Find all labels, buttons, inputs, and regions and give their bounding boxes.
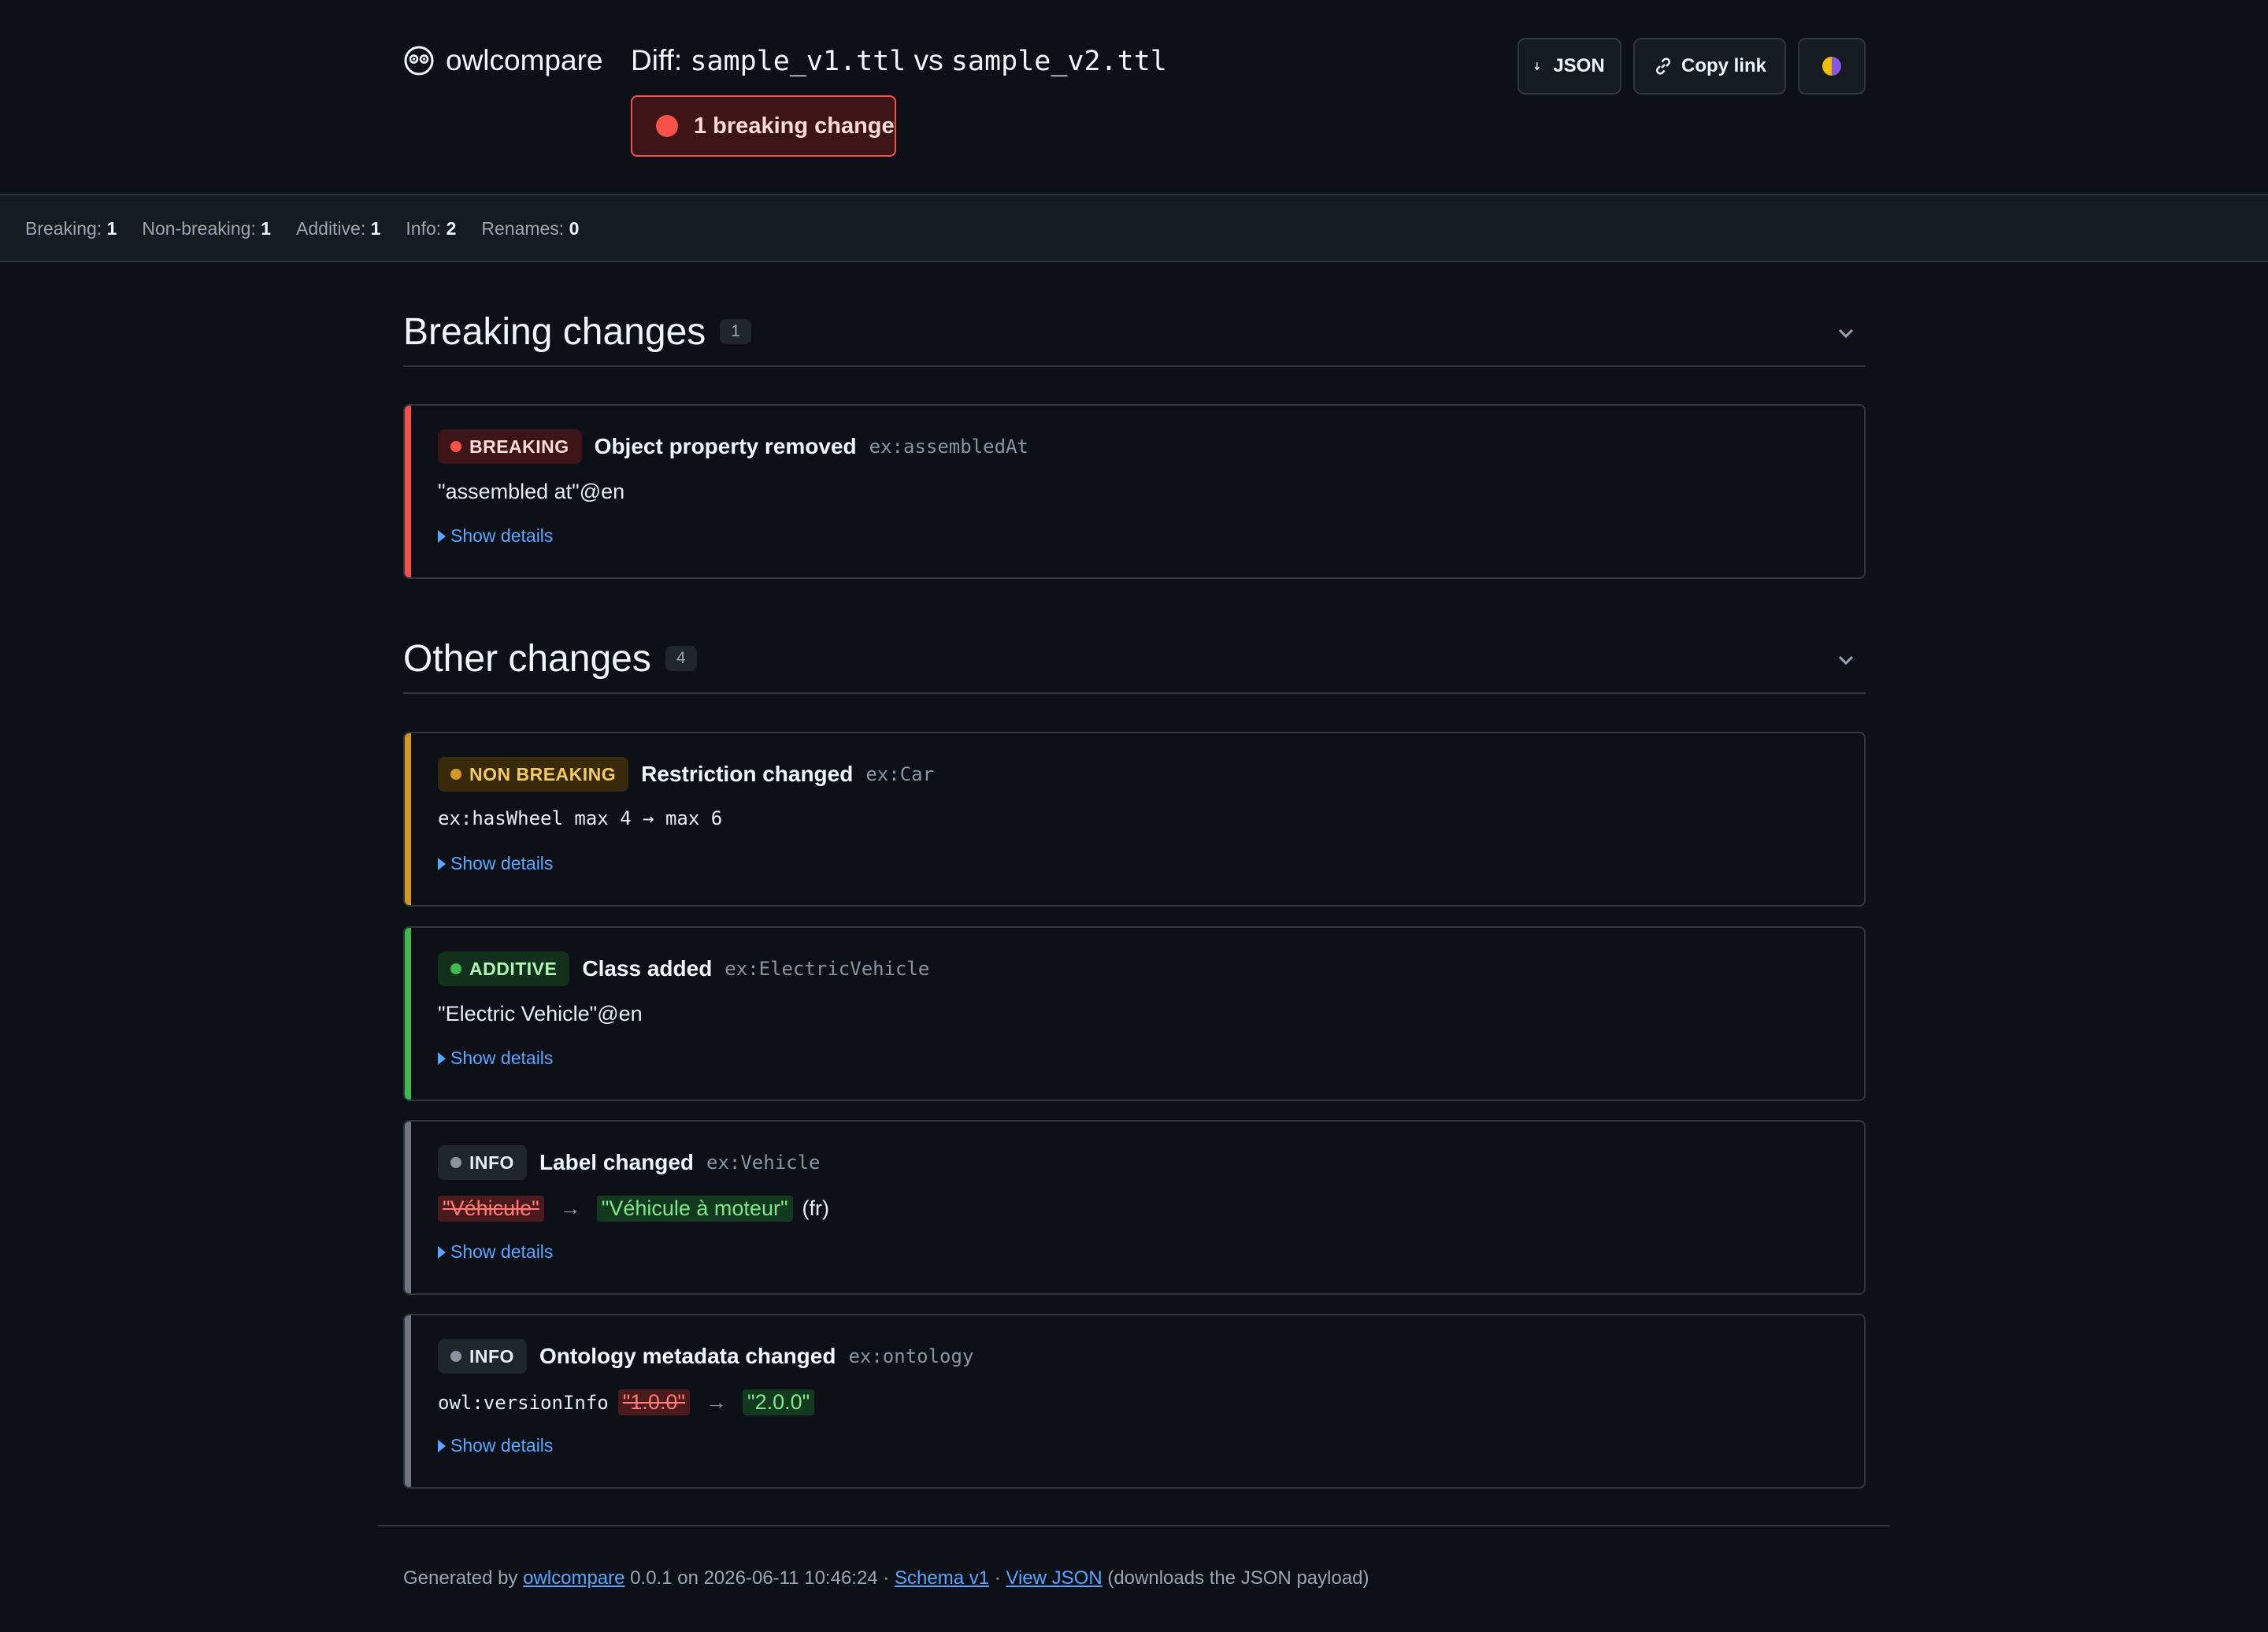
- chevron-down-icon[interactable]: [1836, 650, 1856, 670]
- json-button-label: JSON: [1553, 55, 1605, 76]
- change-title: Class added: [582, 956, 713, 981]
- triangle-right-icon: [438, 1439, 446, 1452]
- section-other-count: 4: [665, 646, 697, 671]
- change-detail: ex:hasWheel max 4 → max 6: [438, 807, 723, 829]
- severity-dot-icon: [450, 1351, 461, 1362]
- entity-id: ex:Car: [865, 763, 935, 785]
- page-header: owlcompare Diff: sample_v1.ttl vs sample…: [0, 0, 2268, 195]
- copy-link-button[interactable]: Copy link: [1633, 38, 1786, 95]
- show-details-toggle[interactable]: Show details: [438, 1241, 553, 1263]
- footer-divider: [378, 1525, 1890, 1526]
- triangle-right-icon: [438, 1245, 446, 1259]
- severity-dot-icon: [450, 1157, 461, 1168]
- page-title: Diff: sample_v1.ttl vs sample_v2.ttl: [631, 44, 1167, 77]
- download-json-button[interactable]: JSON: [1518, 38, 1621, 95]
- section-breaking-header[interactable]: Breaking changes 1: [403, 298, 1866, 367]
- view-json-link[interactable]: View JSON: [1006, 1567, 1102, 1589]
- stats-bar: Breaking: 1 Non-breaking: 1 Additive: 1 …: [0, 196, 2268, 262]
- severity-dot-icon: [450, 441, 461, 452]
- change-detail: "Electric Vehicle"@en: [438, 1002, 643, 1026]
- change-card: INFO Ontology metadata changed ex:ontolo…: [403, 1314, 1866, 1489]
- language-tag: (fr): [802, 1196, 830, 1220]
- theme-icon: [1822, 57, 1841, 76]
- stat-renames: Renames: 0: [481, 217, 580, 239]
- title-prefix: Diff:: [631, 44, 683, 76]
- old-value: "1.0.0": [617, 1389, 690, 1415]
- schema-link[interactable]: Schema v1: [895, 1567, 989, 1589]
- section-other-title: Other changes: [403, 637, 651, 680]
- severity-badge: ADDITIVE: [438, 951, 570, 986]
- file-a-name: sample_v1.ttl: [690, 46, 906, 77]
- theme-toggle-button[interactable]: [1798, 38, 1866, 95]
- owl-logo-icon: [404, 46, 434, 76]
- stat-additive: Additive: 1: [296, 217, 381, 239]
- link-icon: [1655, 57, 1670, 75]
- owlcompare-link[interactable]: owlcompare: [523, 1567, 624, 1589]
- chevron-down-icon[interactable]: [1836, 323, 1856, 343]
- property-name: owl:versionInfo: [438, 1391, 609, 1414]
- severity-bar: [405, 406, 411, 577]
- arrow-right-icon: →: [705, 1390, 727, 1414]
- page-footer: Generated by owlcompare 0.0.1 on 2026-06…: [403, 1567, 1369, 1589]
- breaking-dot-icon: [656, 115, 678, 137]
- stat-non-breaking: Non-breaking: 1: [142, 217, 272, 239]
- section-breaking-title: Breaking changes: [403, 310, 706, 353]
- change-detail: "Véhicule" → "Véhicule à moteur" (fr): [438, 1196, 829, 1222]
- show-details-toggle[interactable]: Show details: [438, 1435, 553, 1456]
- entity-id: ex:assembledAt: [869, 436, 1028, 458]
- arrow-right-icon: →: [559, 1196, 581, 1220]
- entity-id: ex:Vehicle: [706, 1152, 821, 1174]
- severity-badge: INFO: [438, 1339, 527, 1374]
- change-card: INFO Label changed ex:Vehicle "Véhicule"…: [403, 1120, 1866, 1295]
- download-arrow-icon: [1534, 62, 1540, 71]
- severity-badge: INFO: [438, 1145, 527, 1180]
- brand-name: owlcompare: [446, 44, 603, 76]
- brand[interactable]: owlcompare: [403, 44, 602, 77]
- entity-id: ex:ontology: [848, 1345, 974, 1367]
- change-detail: owl:versionInfo "1.0.0" → "2.0.0": [438, 1389, 815, 1415]
- severity-dot-icon: [450, 963, 461, 974]
- change-title: Restriction changed: [641, 762, 854, 786]
- change-title: Ontology metadata changed: [539, 1344, 836, 1368]
- change-card: ADDITIVE Class added ex:ElectricVehicle …: [403, 926, 1866, 1101]
- title-vs: vs: [914, 44, 943, 76]
- severity-bar: [405, 733, 411, 905]
- severity-dot-icon: [450, 769, 461, 780]
- severity-badge: NON BREAKING: [438, 757, 629, 792]
- change-card: BREAKING Object property removed ex:asse…: [403, 404, 1866, 579]
- file-b-name: sample_v2.ttl: [951, 46, 1167, 77]
- stat-breaking: Breaking: 1: [25, 217, 117, 239]
- triangle-right-icon: [438, 1052, 446, 1065]
- show-details-toggle[interactable]: Show details: [438, 525, 553, 547]
- breaking-summary-badge: 1 breaking change: [631, 95, 896, 157]
- breaking-summary-label: 1 breaking change: [694, 113, 895, 139]
- severity-bar: [405, 1315, 411, 1487]
- triangle-right-icon: [438, 857, 446, 870]
- change-detail: "assembled at"@en: [438, 480, 625, 503]
- triangle-right-icon: [438, 529, 446, 543]
- severity-badge: BREAKING: [438, 429, 582, 464]
- change-title: Label changed: [539, 1150, 694, 1174]
- severity-bar: [405, 928, 411, 1100]
- section-other-header[interactable]: Other changes 4: [403, 625, 1866, 694]
- show-details-toggle[interactable]: Show details: [438, 853, 553, 874]
- new-value: "2.0.0": [742, 1389, 815, 1415]
- copy-link-label: Copy link: [1681, 55, 1766, 76]
- change-title: Object property removed: [594, 434, 857, 458]
- change-card: NON BREAKING Restriction changed ex:Car …: [403, 732, 1866, 907]
- section-breaking-count: 1: [720, 319, 751, 344]
- severity-bar: [405, 1122, 411, 1293]
- old-value: "Véhicule": [438, 1196, 544, 1222]
- stat-info: Info: 2: [406, 217, 457, 239]
- show-details-toggle[interactable]: Show details: [438, 1048, 553, 1069]
- new-value: "Véhicule à moteur": [596, 1196, 793, 1222]
- entity-id: ex:ElectricVehicle: [724, 958, 930, 980]
